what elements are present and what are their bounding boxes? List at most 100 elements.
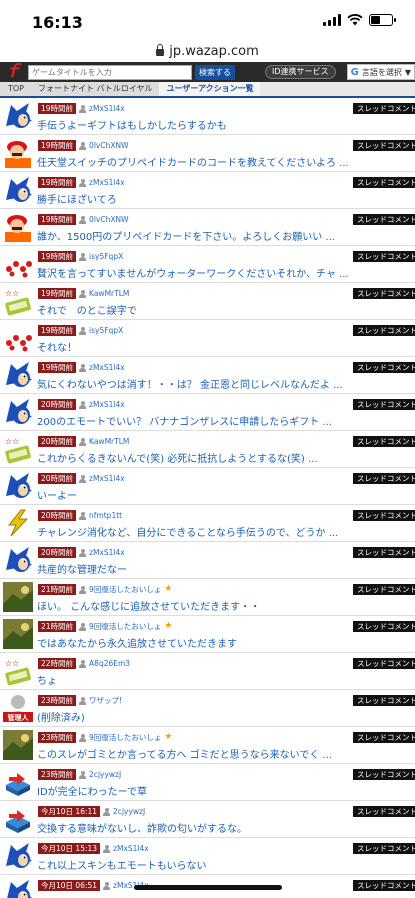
comment-link[interactable]: 200のエモートでいい？ バナナゴンザレスに申請したらギフト ... [37,413,409,428]
comment-link[interactable]: 勝手にほざいてろ [37,191,409,206]
user-id-link[interactable]: nfmtp1tt [89,511,122,520]
list-item[interactable]: 19時間前 zMxS1l4x スレッドコメント 気にくわないやつは消す！・・は？ 金正… [0,357,415,394]
id-service-button[interactable]: ID連携サービス [265,65,336,79]
action-type-tag: スレッドコメント [353,806,415,817]
landscape-icon[interactable] [3,582,33,612]
list-item[interactable]: 19時間前 isy5FqpX スレッドコメント 贅沢を言ってすいませんがウォーターワー… [0,246,415,283]
comment-link[interactable]: 贅沢を言ってすいませんがウォーターワークくださいそれか、チャ ... [37,265,409,280]
rank-card-icon[interactable]: ☆☆ [3,434,33,464]
landscape-icon[interactable] [3,619,33,649]
comment-link[interactable]: 誰か、1500円のプリペイドカードを下さい。よろしくお願いい ... [37,228,409,243]
comment-link[interactable]: それで のとこ誤字で [37,302,409,317]
time-badge: 19時間前 [38,288,77,299]
comment-link[interactable]: ではあなたから永久追放させていただきます [37,635,409,650]
rank-card-icon[interactable]: ☆☆ [3,286,33,316]
user-id-link[interactable]: ワザップ! [89,695,122,706]
list-item[interactable]: 今月10日 15:13 zMxS1l4x スレッドコメント これ以上スキンもエモートも… [0,838,415,875]
comment-link[interactable]: 気にくわないやつは消す！・・は？ 金正恩と同じレベルなんだよ ... [37,376,409,391]
comment-link[interactable]: 任天堂スイッチのプリペイドカードのコードを教えてくださいよろ ... [37,154,409,169]
user-id-link[interactable]: 9回復活したおいしょ [89,732,161,743]
list-item[interactable]: 21時間前 9回復活したおいしょ ★ スレッドコメント ではあなたから永久追放させていた… [0,616,415,653]
landscape-icon[interactable] [3,730,33,760]
list-item[interactable]: 管理人 23時間前 ワザップ! スレッドコメント (削除済み) [0,690,415,727]
user-id-link[interactable]: 0lvChXNW [89,215,128,224]
blue-hedgehog-icon[interactable] [3,841,33,871]
red-plumber-icon[interactable] [3,138,33,168]
comment-link[interactable]: いーよー [37,487,409,502]
list-item[interactable]: 19時間前 zMxS1l4x スレッドコメント 勝手にほざいてろ [0,172,415,209]
user-id-link[interactable]: 9回復活したおいしょ [89,584,161,595]
search-button[interactable]: 検索する [195,64,235,80]
list-item[interactable]: 20時間前 zMxS1l4x スレッドコメント 200のエモートでいい？ バナナゴンザ… [0,394,415,431]
blue-hedgehog-icon[interactable] [3,360,33,390]
comment-link[interactable]: 手伝うよーギフトはもしかしたらするかも [37,117,409,132]
lightning-icon[interactable] [3,508,33,538]
comment-link[interactable]: ほい。 こんな感じに追放させていただきます・・ [37,598,409,613]
user-id-link[interactable]: KawMrTLM [89,437,129,446]
list-item[interactable]: 19時間前 0lvChXNW スレッドコメント 任天堂スイッチのプリペイドカードのコー… [0,135,415,172]
comment-link[interactable]: ちょ [37,672,409,687]
language-select[interactable]: G 言語を選択 ▼ [346,64,415,80]
breadcrumb-game[interactable]: フォートナイト バトルロイヤル [30,82,159,96]
blue-hedgehog-icon[interactable] [3,101,33,131]
user-icon [103,807,111,816]
star-icon: ★ [164,732,173,742]
blue-hedgehog-icon[interactable] [3,397,33,427]
blue-hedgehog-icon[interactable] [3,545,33,575]
list-item[interactable]: ☆☆ 19時間前 KawMrTLM スレッドコメント それで のとこ誤字で [0,283,415,320]
time-badge: 今月10日 06:51 [38,880,101,891]
list-item[interactable]: 20時間前 nfmtp1tt スレッドコメント チャレンジ消化など、自分にできることな… [0,505,415,542]
svg-text:☆☆: ☆☆ [5,289,19,298]
list-item[interactable]: 21時間前 9回復活したおいしょ ★ スレッドコメント ほい。 こんな感じに追放させてい… [0,579,415,616]
comment-link[interactable]: IDが完全にわったーで草 [37,783,409,798]
comment-link[interactable]: これからくるきないんで(笑) 必死に抵抗しようとするな(笑) ... [37,450,409,465]
user-id-link[interactable]: 2cjyywzJ [89,770,121,779]
breadcrumb-top[interactable]: TOP [0,82,31,96]
list-item[interactable]: 23時間前 9回復活したおいしょ ★ スレッドコメント このスレがゴミとか言ってる方へ … [0,727,415,764]
user-id-link[interactable]: zMxS1l4x [89,178,125,187]
list-item[interactable]: 20時間前 zMxS1l4x スレッドコメント いーよー [0,468,415,505]
user-id-link[interactable]: 0lvChXNW [89,141,128,150]
comment-link[interactable]: 共産的な管理だなー [37,561,409,576]
list-item[interactable]: 今月10日 16:11 2cjyywzJ スレッドコメント交換する意味がないし、詐欺… [0,801,415,838]
comment-link[interactable]: それな！ [37,339,409,354]
red-dots-icon[interactable] [3,323,33,353]
user-id-link[interactable]: A8q26Em3 [89,659,130,668]
time-badge: 今月10日 16:11 [38,806,101,817]
rank-card-icon[interactable]: ☆☆ [3,656,33,686]
cube-arrow-icon[interactable] [3,804,33,834]
comment-link[interactable]: チャレンジ消化など、自分にできることなら手伝うので、どうか ... [37,524,409,539]
user-id-link[interactable]: zMxS1l4x [89,104,125,113]
comment-link[interactable]: これ以上スキンもエモートもいらない [37,857,409,872]
site-logo-icon[interactable]: ｆ [4,63,22,81]
list-item[interactable]: 23時間前 2cjyywzJ スレッドコメント IDが完全にわったーで草 [0,764,415,801]
list-item[interactable]: 19時間前 isy5FqpX スレッドコメント それな！ [0,320,415,357]
red-plumber-icon[interactable] [3,212,33,242]
comment-link[interactable]: 交換する意味がないし、詐欺の匂いがするな。 [37,820,409,835]
list-item[interactable]: 19時間前 zMxS1l4x スレッドコメント 手伝うよーギフトはもしかしたらするかも [0,98,415,135]
user-id-link[interactable]: 2cjyywzJ [113,807,145,816]
blue-hedgehog-icon[interactable] [3,878,33,898]
list-item[interactable]: 19時間前 0lvChXNW スレッドコメント 誰か、1500円のプリペイドカードを下… [0,209,415,246]
list-item[interactable]: ☆☆ 22時間前 A8q26Em3 スレッドコメント ちょ [0,653,415,690]
user-id-link[interactable]: zMxS1l4x [113,844,149,853]
admin-icon[interactable]: 管理人 [3,693,33,723]
search-input[interactable] [28,64,192,80]
user-id-link[interactable]: isy5FqpX [89,326,123,335]
user-id-link[interactable]: zMxS1l4x [89,548,125,557]
red-dots-icon[interactable] [3,249,33,279]
user-id-link[interactable]: 9回復活したおいしょ [89,621,161,632]
list-item[interactable]: 20時間前 zMxS1l4x スレッドコメント 共産的な管理だなー [0,542,415,579]
user-id-link[interactable]: isy5FqpX [89,252,123,261]
blue-hedgehog-icon[interactable] [3,471,33,501]
user-id-link[interactable]: zMxS1l4x [89,474,125,483]
user-id-link[interactable]: zMxS1l4x [89,363,125,372]
comment-link[interactable]: (削除済み) [37,709,409,724]
list-item[interactable]: ☆☆ 20時間前 KawMrTLM スレッドコメント これからくるきないんで(笑) 必死… [0,431,415,468]
blue-hedgehog-icon[interactable] [3,175,33,205]
user-id-link[interactable]: KawMrTLM [89,289,129,298]
address-bar[interactable]: jp.wazap.com [0,40,415,62]
user-id-link[interactable]: zMxS1l4x [89,400,125,409]
comment-link[interactable]: このスレがゴミとか言ってる方へ ゴミだと思うなら来ないでく ... [37,746,409,761]
cube-arrow-icon[interactable] [3,767,33,797]
